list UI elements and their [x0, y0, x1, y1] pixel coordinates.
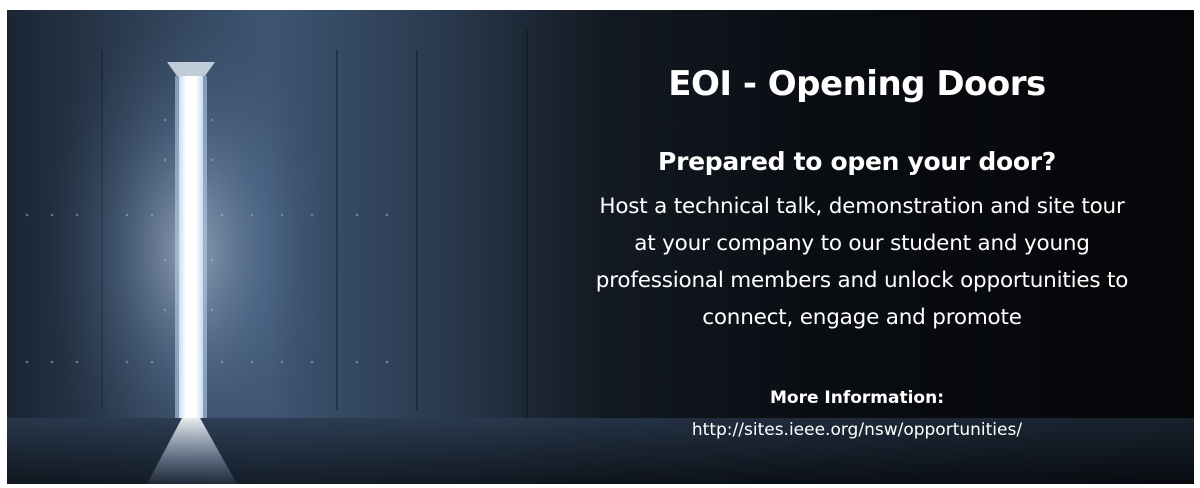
- banner-subtitle: Prepared to open your door?: [658, 147, 1056, 176]
- banner-title: EOI - Opening Doors: [668, 64, 1046, 104]
- description-line: connect, engage and promote: [702, 305, 1022, 330]
- description-line: Host a technical talk, demonstration and…: [599, 194, 1125, 219]
- description-line: professional members and unlock opportun…: [595, 268, 1129, 293]
- more-information-link[interactable]: http://sites.ieee.org/nsw/opportunities/: [507, 420, 1194, 440]
- description-line: at your company to our student and young: [634, 231, 1090, 256]
- header-crop-sliver: [150, 0, 260, 6]
- more-information-label: More Information:: [769, 388, 945, 408]
- banner-description: Host a technical talk, demonstration and…: [517, 188, 1194, 336]
- banner-text-block: EOI - Opening Doors Prepared to open you…: [507, 10, 1194, 484]
- opening-doors-banner[interactable]: EOI - Opening Doors Prepared to open you…: [7, 10, 1194, 484]
